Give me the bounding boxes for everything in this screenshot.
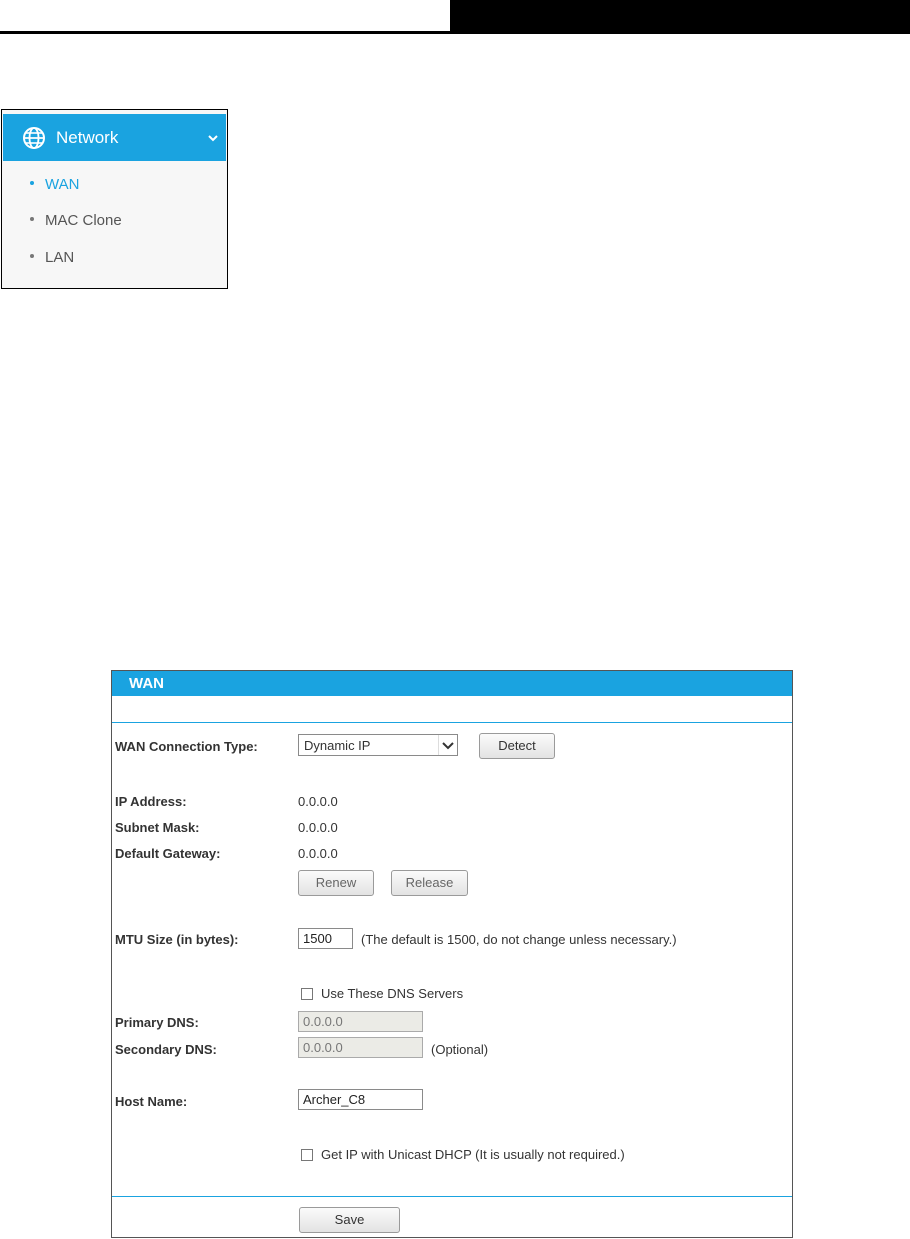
network-menu: Network WAN MAC Clone LAN bbox=[1, 109, 228, 289]
dns-servers-checkbox[interactable] bbox=[301, 988, 313, 1000]
default-gateway-value: 0.0.0.0 bbox=[298, 846, 338, 861]
ip-address-value: 0.0.0.0 bbox=[298, 794, 338, 809]
divider bbox=[112, 1196, 792, 1197]
menu-item-label: LAN bbox=[45, 249, 75, 266]
secondary-dns-note: (Optional) bbox=[431, 1042, 489, 1057]
menu-item-lan[interactable]: LAN bbox=[30, 249, 74, 266]
mtu-label: MTU Size (in bytes): bbox=[115, 932, 239, 947]
bullet-icon bbox=[30, 217, 34, 222]
bullet-icon bbox=[30, 254, 34, 259]
bullet-icon bbox=[30, 181, 34, 186]
panel-header: WAN bbox=[112, 671, 792, 696]
primary-dns-input[interactable]: 0.0.0.0 bbox=[298, 1011, 423, 1032]
menu-item-label: MAC Clone bbox=[45, 212, 122, 229]
secondary-dns-input[interactable]: 0.0.0.0 bbox=[298, 1037, 423, 1058]
menu-item-wan[interactable]: WAN bbox=[30, 176, 79, 193]
menu-item-label: WAN bbox=[45, 176, 80, 193]
mtu-input[interactable]: 1500 bbox=[298, 928, 353, 949]
chevron-down-icon bbox=[438, 735, 457, 755]
save-button[interactable]: Save bbox=[299, 1207, 400, 1233]
host-name-input[interactable]: Archer_C8 bbox=[298, 1089, 423, 1110]
host-name-label: Host Name: bbox=[115, 1094, 188, 1109]
dns-servers-checkbox-label: Use These DNS Servers bbox=[321, 986, 464, 1001]
subnet-mask-label: Subnet Mask: bbox=[115, 820, 200, 835]
detect-button[interactable]: Detect bbox=[479, 733, 555, 759]
mtu-note: (The default is 1500, do not change unle… bbox=[361, 932, 677, 947]
connection-type-select[interactable]: Dynamic IP bbox=[298, 734, 458, 756]
header-bar bbox=[450, 0, 910, 34]
menu-header-network[interactable]: Network bbox=[3, 114, 226, 161]
panel-title: WAN bbox=[129, 675, 164, 692]
connection-type-label: WAN Connection Type: bbox=[115, 739, 258, 754]
secondary-dns-label: Secondary DNS: bbox=[115, 1042, 217, 1057]
menu-item-mac-clone[interactable]: MAC Clone bbox=[30, 212, 122, 229]
subnet-mask-value: 0.0.0.0 bbox=[298, 820, 338, 835]
renew-button[interactable]: Renew bbox=[298, 870, 374, 896]
menu-title: Network bbox=[56, 128, 119, 147]
globe-icon bbox=[23, 127, 45, 149]
chevron-down-icon[interactable] bbox=[207, 132, 219, 144]
default-gateway-label: Default Gateway: bbox=[115, 846, 221, 861]
release-button[interactable]: Release bbox=[391, 870, 468, 896]
divider bbox=[112, 722, 792, 723]
primary-dns-label: Primary DNS: bbox=[115, 1015, 199, 1030]
unicast-dhcp-label: Get IP with Unicast DHCP (It is usually … bbox=[321, 1147, 625, 1162]
header-rule bbox=[0, 31, 910, 34]
connection-type-value: Dynamic IP bbox=[304, 738, 371, 753]
unicast-dhcp-checkbox[interactable] bbox=[301, 1149, 313, 1161]
wan-panel: WAN WAN Connection Type: Dynamic IP Dete… bbox=[111, 670, 793, 1238]
ip-address-label: IP Address: bbox=[115, 794, 187, 809]
